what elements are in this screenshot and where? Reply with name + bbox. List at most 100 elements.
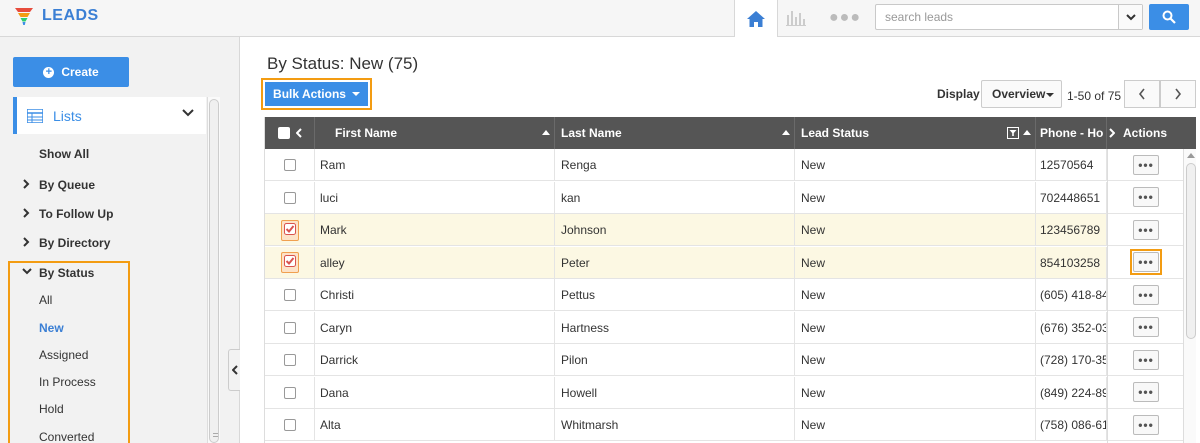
actions-button-highlight: ••• — [1130, 249, 1162, 275]
app-title: LEADS — [42, 7, 99, 24]
more-dots-icon: ••• — [1138, 320, 1154, 334]
create-button[interactable]: + Create — [13, 57, 129, 87]
table-row[interactable]: Caryn Hartness New (676) 352-03 — [265, 311, 1107, 344]
row-actions-button[interactable]: ••• — [1133, 154, 1159, 175]
status-item-converted[interactable]: Converted — [39, 430, 94, 443]
row-actions-button[interactable]: ••• — [1133, 349, 1159, 370]
next-page-button[interactable] — [1160, 80, 1196, 108]
sidebar-item-by-queue[interactable]: By Queue — [23, 178, 95, 192]
chevron-right-icon[interactable] — [1109, 128, 1115, 138]
funnel-logo-icon — [15, 8, 33, 25]
display-select[interactable]: Overview — [981, 80, 1062, 108]
search-button[interactable] — [1149, 4, 1189, 30]
row-actions-button[interactable]: ••• — [1133, 187, 1159, 207]
cell-lead-status: New — [795, 344, 1036, 376]
cell-first-name[interactable]: Alta — [315, 409, 555, 441]
row-checkbox-highlight — [280, 252, 299, 273]
cell-last-name[interactable]: Hartness — [555, 311, 795, 344]
table-row[interactable]: Darrick Pilon New (728) 170-35 — [265, 344, 1107, 376]
search-input[interactable] — [876, 5, 1118, 29]
table-row[interactable]: luci kan New 702448651 — [265, 181, 1107, 214]
row-checkbox[interactable] — [283, 354, 296, 366]
column-phone-home[interactable]: Phone - Ho — [1036, 117, 1107, 149]
row-checkbox[interactable] — [283, 289, 296, 301]
row-actions-button[interactable]: ••• — [1133, 382, 1159, 402]
chevron-right-icon — [23, 179, 30, 189]
cell-first-name[interactable]: alley — [315, 246, 555, 279]
cell-last-name[interactable]: Pettus — [555, 279, 795, 311]
row-actions-cell: ••• — [1108, 214, 1184, 246]
more-dots-icon: ••• — [1138, 352, 1154, 367]
more-dots-icon: ••• — [1138, 190, 1154, 204]
row-checkbox[interactable] — [283, 386, 296, 399]
cell-first-name[interactable]: Christi — [315, 279, 555, 311]
cell-last-name[interactable]: Peter — [555, 246, 795, 279]
search-dropdown-button[interactable] — [1118, 5, 1142, 29]
table-row[interactable]: alley Peter New 854103258 — [265, 246, 1107, 279]
select-all-checkbox[interactable] — [277, 127, 290, 139]
filter-icon[interactable] — [1007, 127, 1019, 139]
app-logo[interactable]: LEADS — [14, 6, 99, 26]
more-button[interactable]: ●●● — [828, 6, 862, 30]
status-item-in-process[interactable]: In Process — [39, 375, 96, 389]
row-checkbox[interactable] — [283, 255, 296, 267]
cell-last-name[interactable]: Howell — [555, 376, 795, 409]
column-first-name[interactable]: First Name — [315, 117, 555, 149]
sidebar-item-by-status[interactable]: By Status — [22, 266, 94, 280]
sidebar-scrollbar[interactable] — [207, 97, 220, 443]
reports-button[interactable] — [782, 6, 810, 30]
lists-header[interactable]: Lists — [13, 97, 206, 134]
status-item-new[interactable]: New — [39, 321, 64, 335]
row-select-cell — [265, 344, 315, 376]
sidebar-item-to-follow-up[interactable]: To Follow Up — [23, 207, 113, 221]
row-checkbox[interactable] — [283, 419, 296, 431]
table-row[interactable]: Christi Pettus New (605) 418-84 — [265, 279, 1107, 311]
cell-first-name[interactable]: Caryn — [315, 311, 555, 344]
home-button[interactable] — [734, 0, 778, 37]
status-item-hold[interactable]: Hold — [39, 402, 64, 416]
cell-last-name[interactable]: kan — [555, 181, 795, 214]
cell-lead-status: New — [795, 149, 1036, 181]
row-checkbox[interactable] — [283, 191, 296, 204]
row-checkbox[interactable] — [283, 159, 296, 171]
table-row[interactable]: Alta Whitmarsh New (758) 086-61 — [265, 409, 1107, 441]
sidebar-item-by-directory[interactable]: By Directory — [23, 236, 110, 250]
cell-first-name[interactable]: Ram — [315, 149, 555, 181]
row-checkbox[interactable] — [283, 222, 296, 235]
scroll-up-icon[interactable] — [1187, 152, 1195, 158]
cell-last-name[interactable]: Renga — [555, 149, 795, 181]
sidebar-item-show-all[interactable]: Show All — [39, 147, 89, 161]
row-actions-button[interactable]: ••• — [1133, 219, 1159, 240]
row-select-cell — [265, 279, 315, 311]
row-actions-button[interactable]: ••• — [1133, 252, 1159, 272]
table-scrollbar[interactable] — [1183, 149, 1196, 443]
table-scroll-thumb[interactable] — [1186, 163, 1196, 339]
status-item-all[interactable]: All — [39, 293, 52, 307]
row-select-cell — [265, 376, 315, 409]
table-row[interactable]: Dana Howell New (849) 224-89 — [265, 376, 1107, 409]
cell-last-name[interactable]: Whitmarsh — [555, 409, 795, 441]
table-row[interactable]: Mark Johnson New 123456789 — [265, 214, 1107, 246]
sidebar-collapse-button[interactable] — [228, 349, 240, 391]
column-last-name[interactable]: Last Name — [555, 117, 795, 149]
sidebar-scroll-thumb[interactable] — [209, 99, 219, 443]
bulk-actions-button[interactable]: Bulk Actions — [265, 82, 368, 106]
main-content: By Status: New (75) Bulk Actions Display… — [241, 37, 1200, 443]
cell-first-name[interactable]: Dana — [315, 376, 555, 409]
page-title: By Status: New (75) — [267, 54, 419, 73]
row-checkbox[interactable] — [283, 321, 296, 334]
cell-last-name[interactable]: Pilon — [555, 344, 795, 376]
row-actions-button[interactable]: ••• — [1133, 317, 1159, 337]
cell-last-name[interactable]: Johnson — [555, 214, 795, 246]
prev-page-button[interactable] — [1124, 80, 1160, 108]
cell-first-name[interactable]: Mark — [315, 214, 555, 246]
chevron-down-icon — [182, 109, 194, 117]
column-lead-status[interactable]: Lead Status — [795, 117, 1036, 149]
table-row[interactable]: Ram Renga New 12570564 — [265, 149, 1107, 181]
row-actions-button[interactable]: ••• — [1133, 414, 1159, 435]
row-actions-button[interactable]: ••• — [1133, 284, 1159, 305]
cell-first-name[interactable]: luci — [315, 181, 555, 214]
status-item-assigned[interactable]: Assigned — [39, 348, 88, 362]
chevron-left-icon[interactable] — [295, 128, 302, 138]
cell-first-name[interactable]: Darrick — [315, 344, 555, 376]
